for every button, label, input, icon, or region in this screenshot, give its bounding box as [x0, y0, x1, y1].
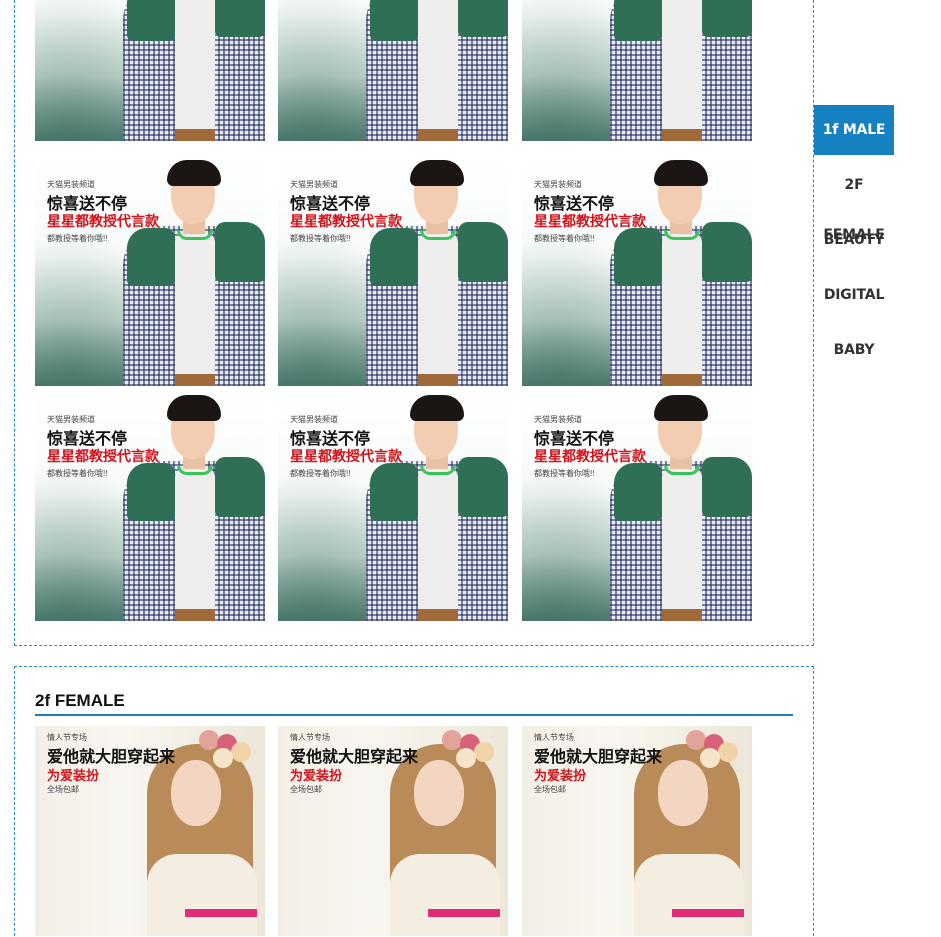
product-tile[interactable]: 情人节专场爱他就大胆穿起来 为爱装扮全场包邮	[35, 726, 265, 936]
promo-channel: 情人节专场	[47, 733, 87, 742]
promo-channel: 天猫男装频道	[534, 180, 582, 189]
promo-subheadline: 星星都教授代言款	[47, 448, 159, 464]
promo-note: 都教授等着你哦!!	[47, 234, 108, 243]
promo-subheadline: 为爱装扮	[290, 768, 343, 783]
floor-nav-item-beauty[interactable]: BEAUTY	[814, 215, 894, 265]
product-tile[interactable]: 情人节专场爱他就大胆穿起来 为爱装扮全场包邮	[522, 726, 752, 936]
promo-channel: 情人节专场	[534, 733, 574, 742]
promo-note: 都教授等着你哦!!	[290, 234, 351, 243]
product-tile[interactable]: 天猫男装频道惊喜送不停星星都教授代言款都教授等着你哦!!	[278, 391, 508, 621]
product-tile[interactable]: 天猫男装频道惊喜送不停星星都教授代言款都教授等着你哦!!	[522, 0, 752, 141]
promo-subheadline: 星星都教授代言款	[534, 448, 646, 464]
promo-channel: 天猫男装频道	[47, 415, 95, 424]
promo-note: 全场包邮	[47, 785, 79, 794]
promo-channel: 天猫男装频道	[290, 180, 338, 189]
promo-note: 全场包邮	[290, 785, 322, 794]
product-tile[interactable]: 天猫男装频道惊喜送不停星星都教授代言款都教授等着你哦!!	[35, 0, 265, 141]
product-tile[interactable]: 天猫男装频道惊喜送不停星星都教授代言款都教授等着你哦!!	[522, 391, 752, 621]
promo-note: 都教授等着你哦!!	[290, 469, 351, 478]
floor-female: 2f FEMALE 情人节专场 爱他就大胆穿起来 为爱装扮 全场包邮 情人节专场 爱他就大…	[14, 666, 814, 937]
promo-channel: 情人节专场	[290, 733, 330, 742]
floor-nav-item-female[interactable]: 2F FEMALE	[814, 160, 894, 243]
product-tile[interactable]: 天猫男装频道惊喜送不停星星都教授代言款都教授等着你哦!!	[278, 156, 508, 386]
promo-subheadline: 星星都教授代言款	[47, 213, 159, 229]
promo-subheadline: 为爱装扮	[534, 768, 587, 783]
promo-channel: 天猫男装频道	[47, 180, 95, 189]
promo-headline: 爱他就大胆穿起来	[290, 749, 419, 766]
floor-title: 2f FEMALE	[35, 691, 793, 716]
promo-note: 全场包邮	[534, 785, 566, 794]
floor-nav: 1f MALE 2F FEMALE BEAUTY DIGITAL BABY	[814, 105, 894, 380]
product-tile[interactable]: 天猫男装频道惊喜送不停星星都教授代言款都教授等着你哦!!	[522, 156, 752, 386]
product-tile[interactable]: 天猫男装频道惊喜送不停星星都教授代言款都教授等着你哦!!	[278, 0, 508, 141]
promo-note: 都教授等着你哦!!	[47, 469, 108, 478]
promo-headline: 爱他就大胆穿起来	[47, 749, 176, 766]
promo-subheadline: 为爱装扮	[47, 768, 100, 783]
promo-note: 都教授等着你哦!!	[534, 234, 595, 243]
promo-channel: 天猫男装频道	[290, 415, 338, 424]
floor-nav-item-digital[interactable]: DIGITAL	[814, 270, 894, 320]
promo-subheadline: 星星都教授代言款	[534, 213, 646, 229]
product-tile[interactable]: 天猫男装频道惊喜送不停星星都教授代言款都教授等着你哦!!	[35, 391, 265, 621]
promo-subheadline: 星星都教授代言款	[290, 213, 402, 229]
promo-subheadline: 星星都教授代言款	[290, 448, 402, 464]
floor-nav-item-baby[interactable]: BABY	[814, 325, 894, 375]
floor-nav-item-male[interactable]: 1f MALE	[814, 105, 894, 155]
promo-headline: 爱他就大胆穿起来	[534, 749, 663, 766]
page: 天猫男装频道 惊喜送不停 星星都教授代言款 都教授等着你哦!! 天猫男装频道 惊喜送不停星…	[0, 0, 941, 937]
promo-channel: 天猫男装频道	[534, 415, 582, 424]
product-tile[interactable]: 情人节专场爱他就大胆穿起来 为爱装扮全场包邮	[278, 726, 508, 936]
product-tile[interactable]: 天猫男装频道惊喜送不停星星都教授代言款都教授等着你哦!!	[35, 156, 265, 386]
floor-male: 天猫男装频道 惊喜送不停 星星都教授代言款 都教授等着你哦!! 天猫男装频道 惊喜送不停星…	[14, 0, 814, 646]
promo-note: 都教授等着你哦!!	[534, 469, 595, 478]
